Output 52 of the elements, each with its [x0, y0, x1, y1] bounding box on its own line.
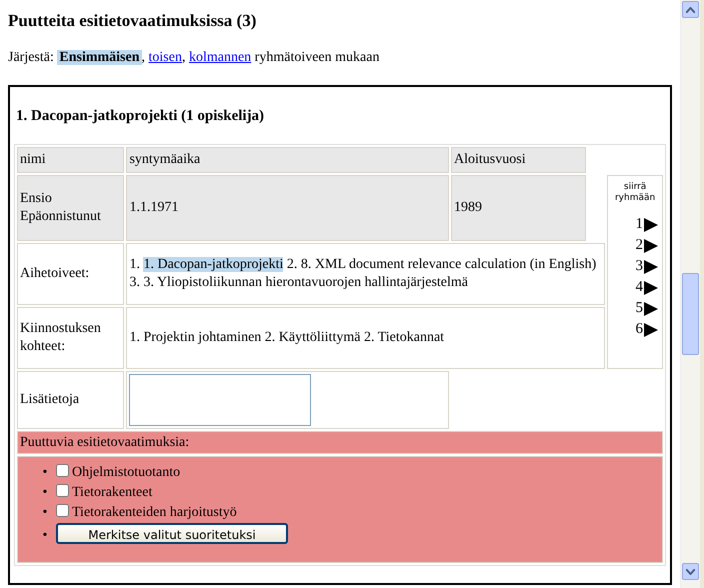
- move-to-group-link[interactable]: 2: [610, 237, 658, 254]
- start-year: 1989: [451, 174, 586, 240]
- move-to-group-link[interactable]: 5: [610, 300, 658, 317]
- triangle-right-icon: [644, 260, 658, 274]
- move-to-group-link[interactable]: 6: [610, 321, 658, 338]
- scrollbar-thumb[interactable]: [682, 273, 699, 355]
- requirement-label: Ohjelmistotuotanto: [72, 465, 180, 480]
- sort-link[interactable]: kolmannen: [188, 50, 252, 66]
- checkbox[interactable]: [56, 504, 69, 517]
- requirement-label: Tietorakenteiden harjoitustyö: [72, 505, 237, 520]
- move-to-group-link[interactable]: 3: [610, 258, 658, 275]
- interests-label: Kiinnostuksen kohteet:: [17, 306, 124, 368]
- scrollbar[interactable]: [680, 0, 700, 588]
- separator: ,: [182, 50, 186, 66]
- triangle-right-icon: [644, 322, 658, 336]
- triangle-right-icon: [644, 238, 658, 252]
- bullet: •: [42, 527, 48, 545]
- move-to-group-link[interactable]: 1: [610, 216, 658, 233]
- bullet: •: [42, 484, 48, 502]
- column-header: syntymäaika: [126, 146, 450, 172]
- scroll-up-button[interactable]: [682, 1, 699, 18]
- extra-info-field[interactable]: [129, 374, 312, 426]
- bullet: •: [42, 464, 48, 482]
- missing-header: Puuttuvia esitietovaatimuksia:: [17, 430, 663, 454]
- sort-link[interactable]: toisen: [148, 50, 182, 66]
- sort-suffix: ryhmätoiveen mukaan: [254, 50, 380, 66]
- chevron-up-icon: [686, 6, 695, 12]
- triangle-right-icon: [644, 302, 658, 316]
- sort-label: Järjestä:: [8, 50, 54, 66]
- triangle-right-icon: [644, 280, 658, 294]
- sort-option[interactable]: Ensimmäisen: [57, 50, 142, 66]
- page-heading: Puutteita esitietovaatimuksissa (3): [8, 10, 258, 32]
- column-header: nimi: [17, 146, 124, 172]
- wishes-label: Aihetoiveet:: [17, 242, 124, 304]
- column-header: Aloitusvuosi: [451, 146, 586, 172]
- checkbox[interactable]: [56, 464, 69, 477]
- mark-completed-button[interactable]: Merkitse valitut suoritetuksi: [56, 523, 288, 544]
- separator: ,: [142, 50, 145, 66]
- student-name: Ensio Epäonnistunut: [17, 174, 124, 240]
- checkbox[interactable]: [56, 484, 69, 497]
- move-label: siirrä ryhmään: [614, 182, 656, 204]
- interests-text: 1. Projektin johtaminen 2. Käyttöliittymä 2. Tietokannat: [126, 306, 606, 368]
- wishes-text: 1. 1. Dacopan-jatkoprojekti 2. 8. XML document relevance calculation (in English) 3. 3. Yliopistoliikunnan hierontavuorojen hallintajärjestelmä: [126, 242, 606, 304]
- extra-info-label: Lisätietoja: [17, 370, 124, 428]
- chevron-down-icon: [686, 568, 695, 574]
- requirement-label: Tietorakenteet: [72, 485, 152, 500]
- group-title: 1. Dacopan-jatkoprojekti (1 opiskelija): [16, 106, 266, 126]
- move-to-group-link[interactable]: 4: [610, 279, 658, 296]
- bullet: •: [42, 504, 48, 522]
- birth-date: 1.1.1971: [126, 174, 450, 240]
- triangle-right-icon: [644, 218, 658, 232]
- scroll-down-button[interactable]: [682, 563, 699, 580]
